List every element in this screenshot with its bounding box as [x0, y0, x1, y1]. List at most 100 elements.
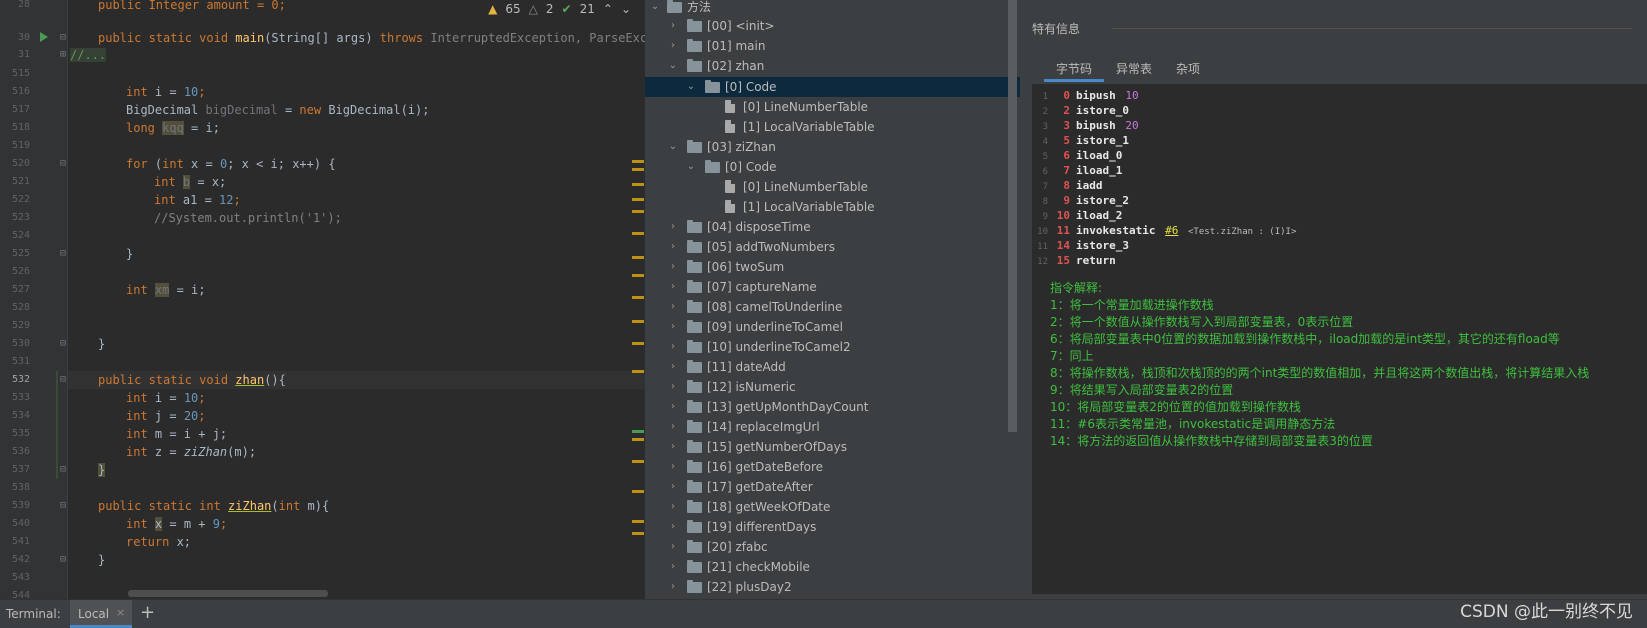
ok-marker[interactable] — [632, 430, 644, 433]
tree-node[interactable]: [1] LocalVariableTable — [645, 117, 1020, 137]
chevron-right-icon[interactable]: › — [667, 397, 679, 417]
tree-node[interactable]: › [16] getDateBefore — [645, 457, 1020, 477]
tree-node-root[interactable]: ⌄ 方法 — [645, 0, 1020, 17]
tree-node-selected[interactable]: ⌄ [0] Code — [645, 77, 1020, 97]
chevron-down-icon[interactable]: ⌄ — [621, 2, 631, 16]
tree-node[interactable]: › [22] plusDay2 — [645, 577, 1020, 597]
warning-marker[interactable] — [632, 520, 644, 523]
warning-marker[interactable] — [632, 168, 644, 171]
warning-marker[interactable] — [632, 532, 644, 535]
tree-node[interactable]: › [14] replaceImgUrl — [645, 417, 1020, 437]
close-icon[interactable]: × — [116, 606, 125, 619]
tree-node[interactable]: › [17] getDateAfter — [645, 477, 1020, 497]
fold-icon[interactable]: ⊟ — [60, 371, 66, 389]
tree-node[interactable]: › [06] twoSum — [645, 257, 1020, 277]
warning-marker[interactable] — [632, 274, 644, 277]
warning-marker[interactable] — [632, 198, 644, 201]
tab-misc[interactable]: 杂项 — [1164, 58, 1212, 82]
chevron-right-icon[interactable]: › — [667, 497, 679, 517]
tree-node[interactable]: › [20] zfabc — [645, 537, 1020, 557]
chevron-right-icon[interactable]: › — [667, 537, 679, 557]
tree-node[interactable]: › [09] underlineToCamel — [645, 317, 1020, 337]
warning-marker[interactable] — [632, 320, 644, 323]
chevron-right-icon[interactable]: › — [667, 277, 679, 297]
folded-region[interactable]: //... — [70, 48, 107, 62]
chevron-right-icon[interactable]: › — [667, 517, 679, 537]
chevron-right-icon[interactable]: › — [667, 36, 679, 56]
tree-scrollbar[interactable] — [1008, 0, 1017, 432]
chevron-right-icon[interactable]: › — [667, 317, 679, 337]
fold-icon[interactable]: ⊟ — [60, 461, 66, 479]
chevron-right-icon[interactable]: › — [667, 477, 679, 497]
chevron-right-icon[interactable]: › — [667, 297, 679, 317]
chevron-right-icon[interactable]: › — [667, 417, 679, 437]
fold-icon[interactable]: ⊟ — [60, 245, 66, 263]
warning-marker[interactable] — [632, 232, 644, 235]
tree-node[interactable]: [0] LineNumberTable — [645, 177, 1020, 197]
tree-node[interactable]: › [21] checkMobile — [645, 557, 1020, 577]
warning-marker[interactable] — [632, 210, 644, 213]
tree-node[interactable]: ⌄ [0] Code — [645, 157, 1020, 177]
code-editor[interactable]: 28 30 31 515 516 517 518 519 520 521 522… — [0, 0, 645, 599]
tree-node[interactable]: [0] LineNumberTable — [645, 97, 1020, 117]
warning-marker[interactable] — [632, 183, 644, 186]
tree-node[interactable]: ⌄ [03] ziZhan — [645, 137, 1020, 157]
constant-pool-link[interactable]: #6 — [1165, 224, 1178, 237]
chevron-right-icon[interactable]: › — [667, 217, 679, 237]
warning-marker[interactable] — [632, 490, 644, 493]
chevron-down-icon[interactable]: ⌄ — [649, 0, 661, 17]
method-tree[interactable]: ⌄ 方法 › [00] <init> › [01] main ⌄ [02] zh… — [645, 0, 1020, 599]
chevron-right-icon[interactable]: › — [667, 377, 679, 397]
tree-node[interactable]: ⌄ [02] zhan — [645, 56, 1020, 76]
chevron-down-icon[interactable]: ⌄ — [667, 56, 679, 76]
code-area[interactable]: public Integer amount = 0; public static… — [70, 0, 645, 599]
bytecode-view[interactable]: 1 0 bipush 10 2 2 istore_0 3 3 bipush 20 4 5 ist… — [1032, 84, 1647, 594]
horizontal-scrollbar[interactable] — [128, 590, 328, 597]
tree-node[interactable]: › [08] camelToUnderline — [645, 297, 1020, 317]
warning-marker[interactable] — [632, 438, 644, 441]
tab-local-terminal[interactable]: Local × — [70, 600, 132, 628]
warning-marker[interactable] — [632, 342, 644, 345]
tree-node[interactable]: › [07] captureName — [645, 277, 1020, 297]
fold-icon[interactable]: ⊟ — [60, 551, 66, 569]
fold-icon[interactable]: ⊟ — [60, 155, 66, 173]
tree-node[interactable]: › [13] getUpMonthDayCount — [645, 397, 1020, 417]
warning-marker[interactable] — [632, 256, 644, 259]
chevron-right-icon[interactable]: › — [667, 16, 679, 36]
chevron-right-icon[interactable]: › — [667, 557, 679, 577]
tree-node[interactable]: › [12] isNumeric — [645, 377, 1020, 397]
add-tab-icon[interactable]: + — [140, 602, 155, 623]
tab-exception-table[interactable]: 异常表 — [1104, 58, 1164, 82]
tree-node[interactable]: › [10] underlineToCamel2 — [645, 337, 1020, 357]
tab-bytecode[interactable]: 字节码 — [1044, 58, 1105, 82]
warning-marker[interactable] — [632, 296, 644, 299]
fold-icon[interactable]: ⊟ — [60, 335, 66, 353]
tree-node[interactable]: › [00] <init> — [645, 16, 1020, 36]
fold-icon[interactable]: ⊞ — [60, 46, 66, 64]
chevron-right-icon[interactable]: › — [667, 577, 679, 597]
tree-node[interactable]: › [18] getWeekOfDate — [645, 497, 1020, 517]
fold-icon[interactable]: ⊟ — [60, 29, 66, 47]
chevron-right-icon[interactable]: › — [667, 257, 679, 277]
tree-node[interactable]: › [05] addTwoNumbers — [645, 237, 1020, 257]
fold-icon[interactable]: ⊟ — [60, 497, 66, 515]
vcs-change-marker[interactable] — [56, 371, 58, 479]
chevron-right-icon[interactable]: › — [667, 337, 679, 357]
run-main-icon[interactable] — [40, 32, 48, 42]
tree-node[interactable]: [1] LocalVariableTable — [645, 197, 1020, 217]
chevron-down-icon[interactable]: ⌄ — [685, 157, 697, 177]
inspection-widget[interactable]: ▲ 65 △ 2 ✔ 21 ⌃ ⌄ — [484, 2, 635, 16]
error-stripe[interactable] — [632, 20, 645, 580]
tree-node[interactable]: › [01] main — [645, 36, 1020, 56]
tree-node[interactable]: › [11] dateAdd — [645, 357, 1020, 377]
chevron-up-icon[interactable]: ⌃ — [603, 2, 613, 16]
tree-node[interactable]: › [15] getNumberOfDays — [645, 437, 1020, 457]
warning-marker[interactable] — [632, 160, 644, 163]
chevron-down-icon[interactable]: ⌄ — [685, 77, 697, 97]
chevron-right-icon[interactable]: › — [667, 237, 679, 257]
chevron-right-icon[interactable]: › — [667, 457, 679, 477]
chevron-right-icon[interactable]: › — [667, 437, 679, 457]
chevron-right-icon[interactable]: › — [667, 357, 679, 377]
chevron-down-icon[interactable]: ⌄ — [667, 137, 679, 157]
warning-marker[interactable] — [632, 370, 644, 373]
